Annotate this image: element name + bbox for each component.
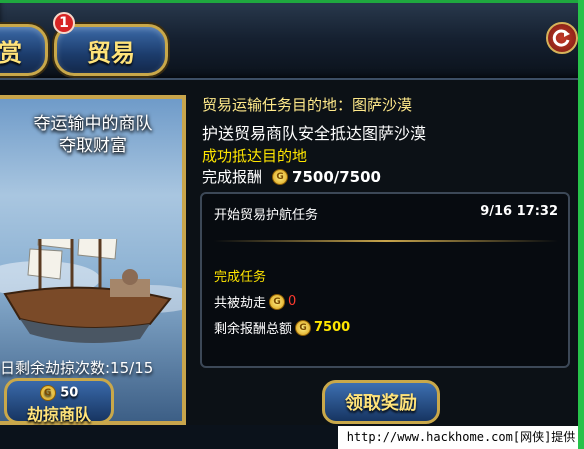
log-remaining: 剩余报酬总额 G 7500: [214, 319, 351, 337]
tab-trade[interactable]: 贸易: [54, 24, 168, 76]
gold-coin-icon: G: [269, 293, 286, 310]
mission-reward: 完成报酬 G 7500/7500: [202, 166, 381, 187]
gold-coin-icon: G: [295, 319, 312, 336]
log-robbed: 共被劫走 G 0: [214, 293, 297, 311]
plunder-remaining: 日剩余劫掠次数:15/15: [0, 359, 154, 377]
plunder-cost: G 50: [7, 385, 111, 401]
mission-destination: 贸易运输任务目的地：图萨沙漠: [202, 96, 413, 114]
notification-badge: 1: [53, 12, 75, 34]
log-start-time: 9/16 17:32: [480, 204, 558, 219]
watermark: http://www.hackhome.com[网侠]提供: [338, 426, 584, 449]
screen-border-top: [0, 0, 584, 3]
reward-label: 完成报酬: [202, 168, 263, 186]
mission-log: 开始贸易护航任务 9/16 17:32 完成任务 共被劫走 G 0 剩余报酬总额…: [200, 192, 570, 368]
gold-coin-icon: G: [39, 385, 56, 401]
panel-title: 夺运输中的商队 夺取财富: [33, 114, 153, 156]
mission-status: 成功抵达目的地: [202, 147, 308, 165]
tab-reward[interactable]: 赏: [0, 24, 48, 76]
back-button[interactable]: [546, 22, 578, 54]
airship-image: [0, 239, 182, 343]
robbed-value: 0: [288, 294, 297, 309]
remaining-value: 7500: [314, 320, 351, 335]
reward-value: 7500/7500: [292, 167, 381, 186]
claim-reward-button[interactable]: 领取奖励: [322, 380, 440, 424]
plunder-panel: 夺运输中的商队 夺取财富 日剩余劫掠次数:15/15: [0, 95, 186, 425]
log-done-text: 完成任务: [214, 270, 267, 285]
bottom-strip: [0, 425, 338, 449]
plunder-caravan-button[interactable]: G 50 劫掠商队: [4, 378, 114, 424]
log-start-text: 开始贸易护航任务: [214, 208, 319, 223]
mission-description: 护送贸易商队安全抵达图萨沙漠: [202, 124, 427, 143]
gold-coin-icon: G: [272, 168, 289, 185]
log-divider: [214, 240, 558, 242]
screen-border-right: [578, 0, 584, 449]
back-refresh-icon: [552, 29, 570, 47]
plunder-caravan-label: 劫掠商队: [26, 405, 91, 424]
